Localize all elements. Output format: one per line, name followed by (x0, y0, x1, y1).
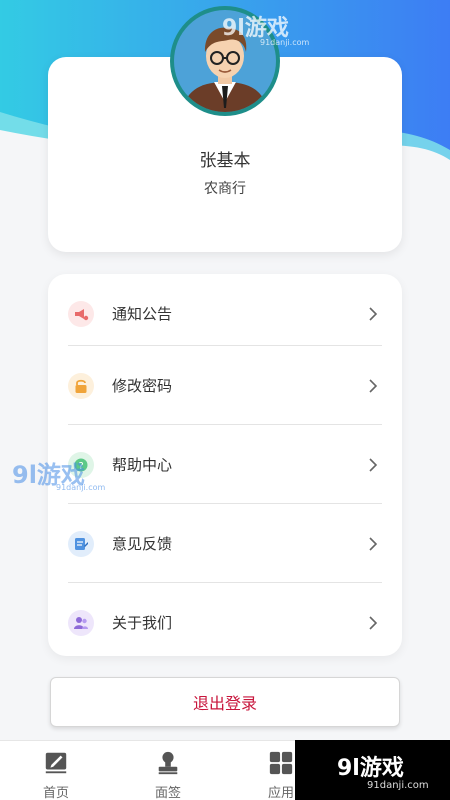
user-organization: 农商行 (204, 181, 246, 197)
chevron-right-icon (369, 615, 378, 630)
chevron-right-icon (369, 536, 378, 551)
menu-item-label: 修改密码 (112, 377, 173, 395)
menu-item-about-us[interactable]: 关于我们 (48, 583, 402, 662)
menu-item-label: 帮助中心 (112, 456, 173, 474)
menu-item-change-password[interactable]: 修改密码 (48, 346, 402, 425)
menu-item-label: 关于我们 (112, 614, 173, 632)
chevron-right-icon (369, 378, 378, 393)
menu-item-notices[interactable]: 通知公告 (48, 274, 402, 353)
user-name: 张基本 (199, 151, 251, 171)
chevron-right-icon (369, 306, 378, 321)
apps-grid-icon (269, 751, 293, 775)
watermark-logo: 9l游戏 91danji.com (12, 461, 106, 492)
menu-item-feedback[interactable]: 意见反馈 (48, 504, 402, 583)
watermark-logo: 9l游戏 91danji.com (295, 740, 450, 800)
edit-icon (45, 752, 67, 774)
tab-label: 面签 (154, 786, 181, 800)
chevron-right-icon (369, 457, 378, 472)
menu-item-label: 意见反馈 (112, 535, 173, 553)
megaphone-icon (68, 300, 94, 327)
menu-item-label: 通知公告 (112, 305, 173, 323)
watermark-logo: 9l游戏 91danji.com (222, 16, 310, 47)
tab-signing[interactable]: 面签 (113, 741, 223, 800)
tab-label: 首页 (42, 786, 69, 800)
stamp-icon (158, 751, 178, 775)
people-icon (68, 609, 94, 636)
feedback-icon (68, 530, 94, 557)
lock-icon (68, 372, 94, 399)
logout-button[interactable]: 退出登录 (50, 677, 400, 727)
tab-home[interactable]: 首页 (1, 741, 111, 800)
tab-label: 应用 (267, 786, 294, 800)
